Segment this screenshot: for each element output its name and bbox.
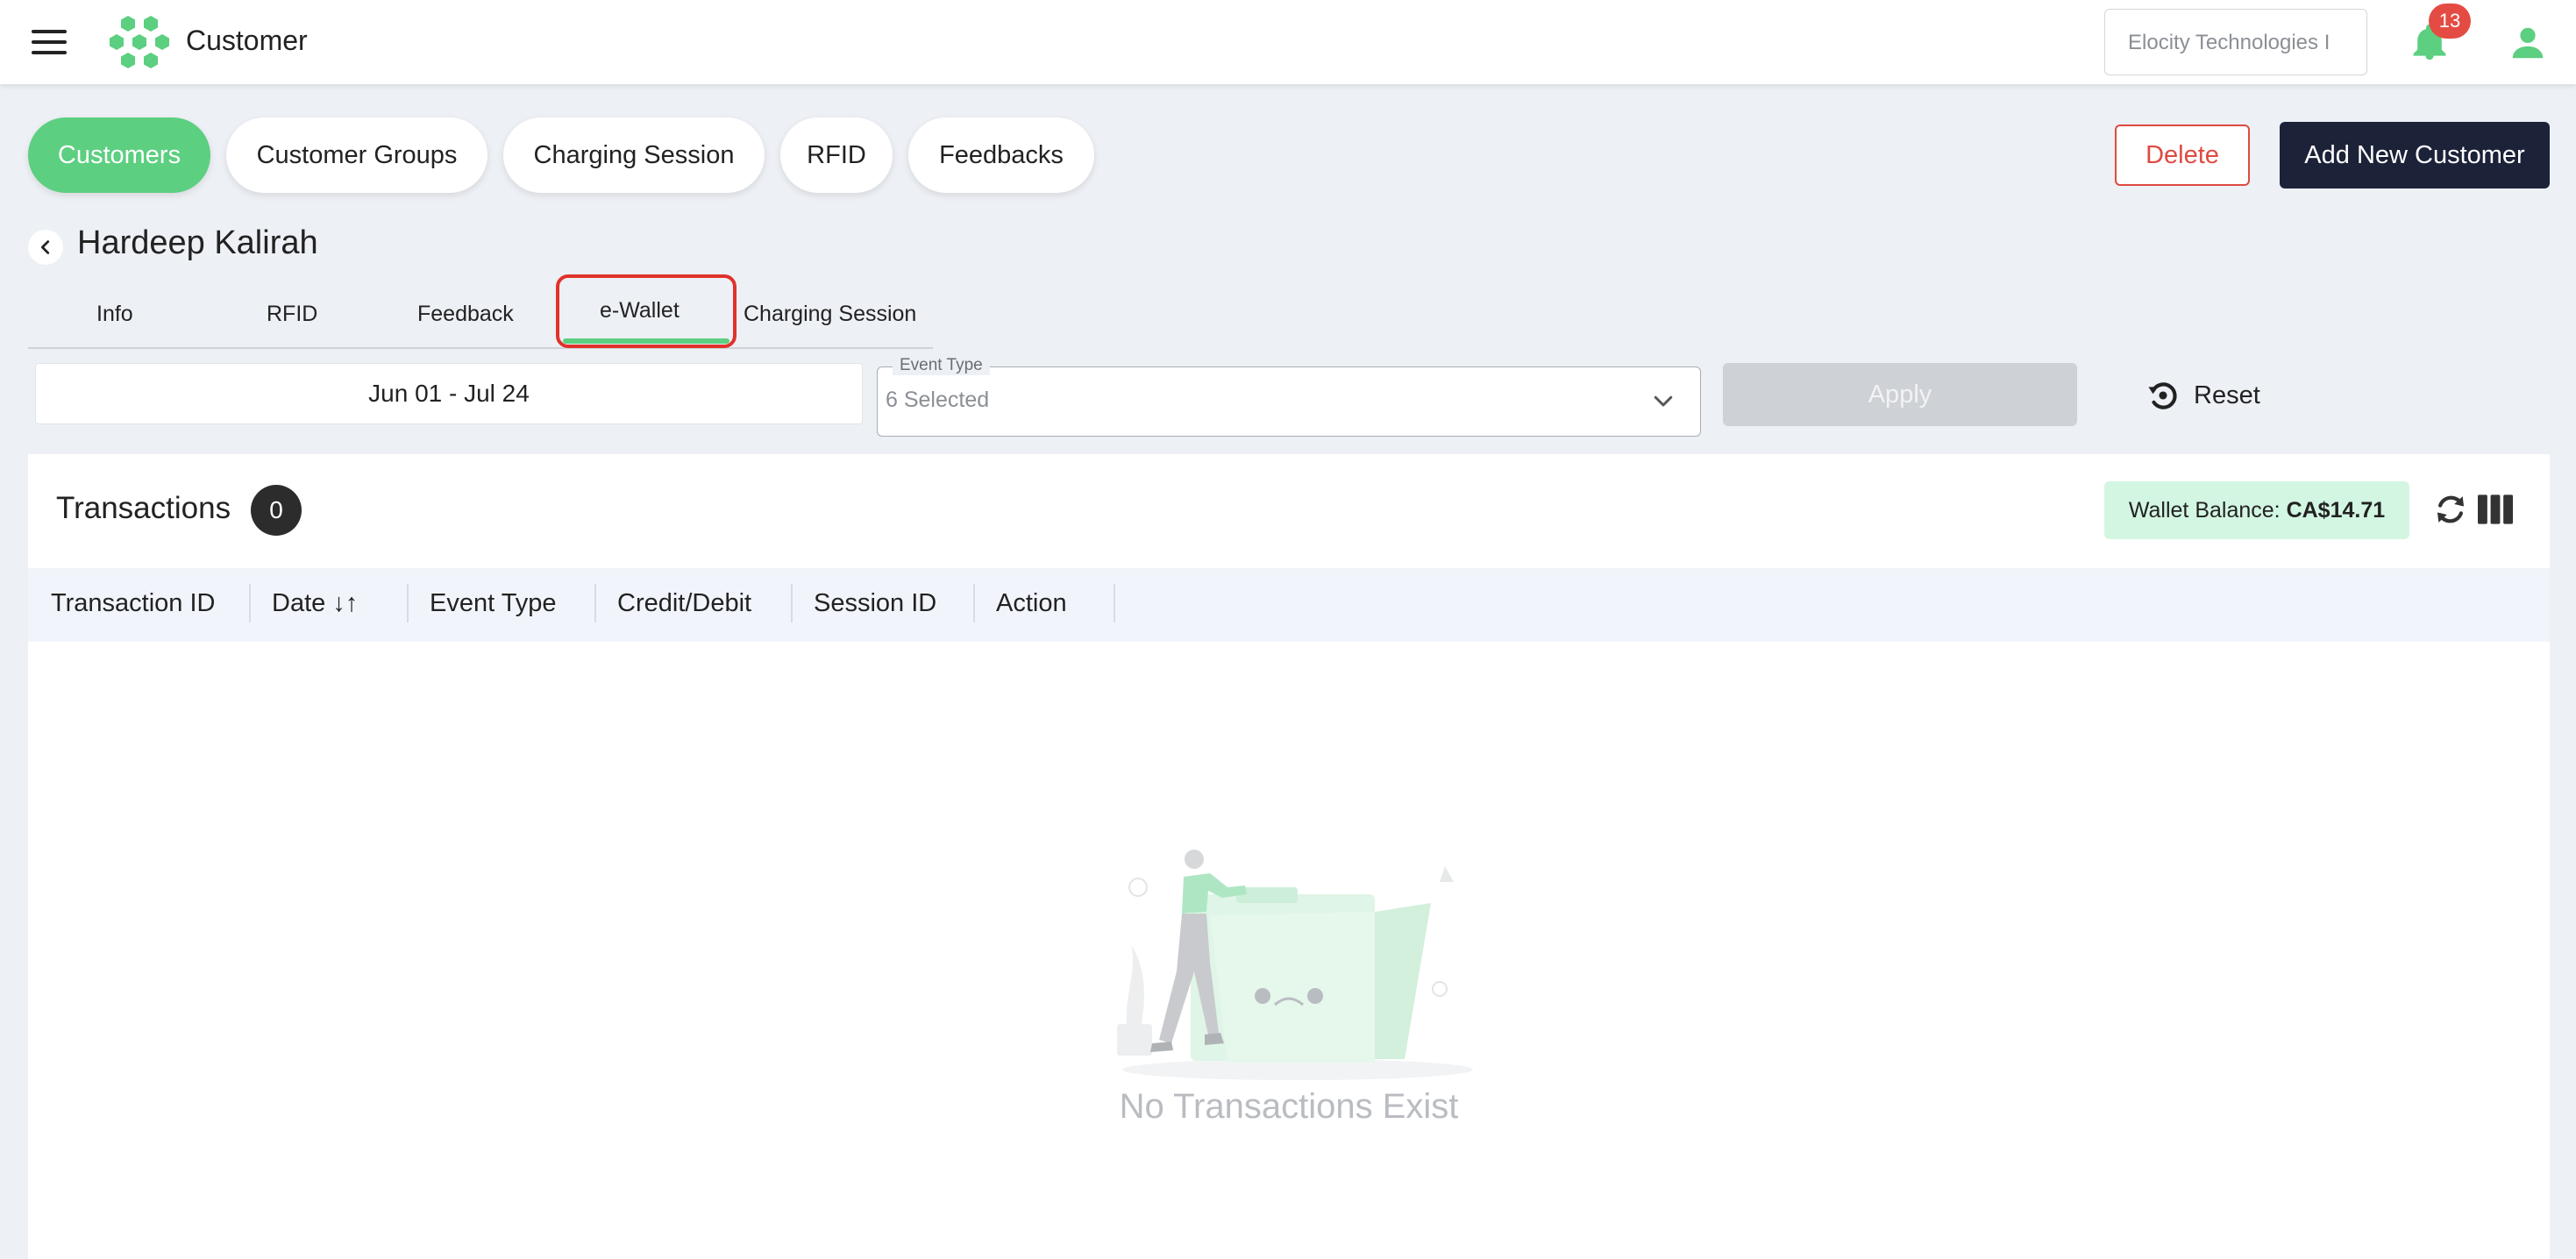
column-separator (791, 584, 793, 622)
user-icon[interactable] (2508, 23, 2548, 63)
column-event-type[interactable]: Event Type (430, 589, 557, 618)
transactions-count-badge: 0 (251, 485, 302, 536)
column-transaction-id[interactable]: Transaction ID (51, 589, 216, 618)
transactions-title: Transactions (56, 491, 231, 525)
customer-name: Hardeep Kalirah (77, 224, 318, 261)
subtab-feedback[interactable]: Feedback (417, 302, 514, 327)
tab-rfid[interactable]: RFID (780, 117, 893, 193)
empty-state-illustration (1117, 850, 1473, 1080)
column-separator (1114, 584, 1115, 622)
wallet-balance-label: Wallet Balance: (2128, 497, 2281, 523)
column-separator (973, 584, 975, 622)
chevron-left-icon (40, 240, 50, 254)
column-separator (407, 584, 409, 622)
event-type-value: 6 Selected (886, 388, 990, 412)
tab-feedbacks[interactable]: Feedbacks (908, 117, 1094, 193)
column-separator (249, 584, 251, 622)
chevron-down-icon (1654, 395, 1673, 407)
add-customer-button[interactable]: Add New Customer (2280, 122, 2550, 188)
apply-button[interactable]: Apply (1723, 363, 2077, 426)
column-separator (594, 584, 596, 622)
wallet-balance: Wallet Balance: CA$14.71 (2104, 481, 2409, 539)
empty-state-message: No Transactions Exist (1119, 1087, 1459, 1126)
event-type-select[interactable] (877, 366, 1701, 437)
columns-icon[interactable] (2478, 494, 2513, 524)
ewallet-highlight (556, 274, 737, 348)
tab-charging-session[interactable]: Charging Session (503, 117, 765, 193)
reset-icon (2148, 382, 2177, 409)
column-session-id[interactable]: Session ID (814, 589, 936, 618)
delete-button[interactable]: Delete (2115, 124, 2250, 186)
menu-icon[interactable] (32, 30, 67, 56)
org-selector[interactable]: Elocity Technologies I (2104, 9, 2367, 75)
subtab-info[interactable]: Info (96, 302, 133, 327)
wallet-balance-value: CA$14.71 (2286, 497, 2386, 523)
tab-customer-groups[interactable]: Customer Groups (226, 117, 487, 193)
refresh-icon[interactable] (2432, 491, 2469, 528)
column-date[interactable]: Date ↓↑ (272, 589, 358, 618)
reset-button[interactable]: Reset (2145, 375, 2260, 416)
date-range-picker[interactable]: Jun 01 - Jul 24 (35, 363, 863, 424)
column-action[interactable]: Action (996, 589, 1067, 618)
logo-icon (110, 16, 169, 68)
event-type-label: Event Type (893, 356, 990, 375)
page-title: Customer (186, 25, 308, 56)
subtab-charging-session[interactable]: Charging Session (744, 302, 916, 327)
column-credit-debit[interactable]: Credit/Debit (617, 589, 751, 618)
subtabs-divider (28, 347, 933, 349)
back-button[interactable] (28, 230, 63, 265)
tab-customers[interactable]: Customers (28, 117, 210, 193)
reset-label: Reset (2194, 381, 2260, 409)
subtab-rfid[interactable]: RFID (267, 302, 317, 327)
notification-badge: 13 (2429, 4, 2471, 39)
